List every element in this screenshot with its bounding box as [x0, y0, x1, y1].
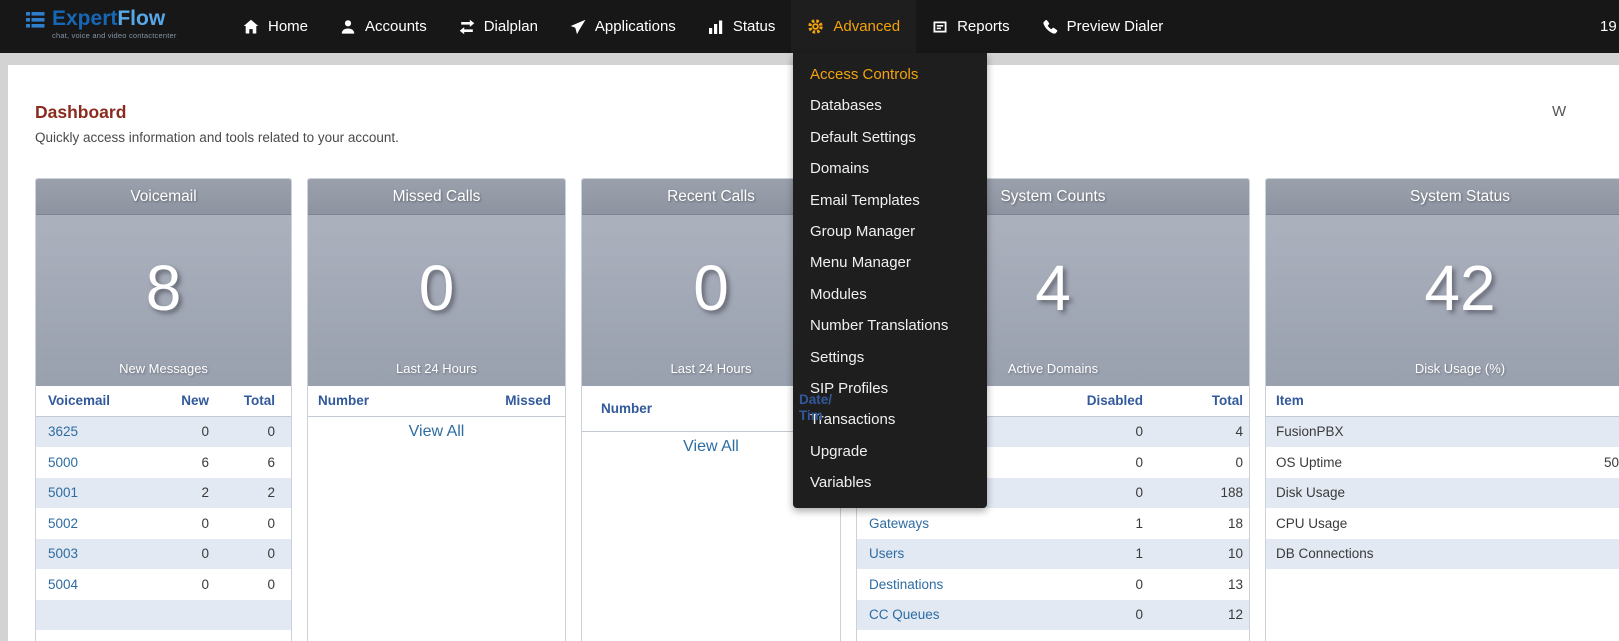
nav-item-reports[interactable]: Reports [916, 0, 1026, 53]
count-item-link[interactable]: CC Queues [869, 607, 940, 622]
status-item-label: FusionPBX [1276, 424, 1604, 439]
dropdown-item-databases[interactable]: Databases [793, 90, 987, 121]
status-item-label: DB Connections [1276, 546, 1604, 561]
table-row: CC Queues 0 12 [857, 600, 1249, 631]
view-all-link[interactable]: View All [683, 438, 739, 456]
bar-chart-icon [708, 19, 724, 35]
status-item-label: CPU Usage [1276, 516, 1604, 531]
table-row: Destinations 0 13 [857, 569, 1249, 600]
dropdown-item-number-translations[interactable]: Number Translations [793, 310, 987, 341]
table-row-empty [36, 600, 291, 631]
dropdown-item-settings[interactable]: Settings [793, 342, 987, 373]
table-row: 5000 6 6 [36, 447, 291, 478]
recent-calls-datetime-header: Date/ Tim [799, 392, 832, 424]
card-voicemail: Voicemail 8 New Messages Voicemail New T… [35, 178, 292, 641]
nav-item-dialplan[interactable]: Dialplan [443, 0, 554, 53]
dropdown-item-modules[interactable]: Modules [793, 279, 987, 310]
card-voicemail-summary: 8 New Messages [36, 215, 291, 386]
main-navigation: Home Accounts Dialplan Applications Stat… [227, 0, 1179, 53]
gear-icon [807, 18, 824, 35]
nav-item-applications[interactable]: Applications [554, 0, 692, 53]
nav-item-accounts[interactable]: Accounts [324, 0, 443, 53]
view-all-link[interactable]: View All [409, 423, 465, 441]
brand-logo[interactable]: ExpertFlow chat, voice and video contact… [26, 8, 177, 40]
nav-item-status[interactable]: Status [692, 0, 792, 53]
extension-link[interactable]: 5002 [48, 516, 78, 531]
system-status-table-header: Item [1266, 386, 1619, 417]
missed-calls-caption: Last 24 Hours [308, 361, 565, 386]
user-icon [340, 19, 356, 35]
status-item-label: OS Uptime [1276, 455, 1604, 470]
table-row: 5003 0 0 [36, 539, 291, 570]
nav-item-home[interactable]: Home [227, 0, 324, 53]
missed-calls-count: 0 [308, 215, 565, 361]
paper-plane-icon [570, 19, 586, 35]
card-missed-calls-title: Missed Calls [308, 179, 565, 215]
exchange-arrows-icon [459, 19, 475, 35]
home-icon [243, 19, 259, 35]
card-voicemail-title: Voicemail [36, 179, 291, 215]
dropdown-item-group-manager[interactable]: Group Manager [793, 216, 987, 247]
nav-item-preview-dialer[interactable]: Preview Dialer [1026, 0, 1180, 53]
card-system-status: System Status 42 Disk Usage (%) Item Fus… [1265, 178, 1619, 641]
table-row: DB Connections [1266, 539, 1619, 570]
table-row: 5001 2 2 [36, 478, 291, 509]
card-missed-calls-summary: 0 Last 24 Hours [308, 215, 565, 386]
top-navbar: ExpertFlow chat, voice and video contact… [0, 0, 1619, 53]
card-system-status-title: System Status [1266, 179, 1619, 215]
table-row: View All [308, 417, 565, 448]
system-status-count: 42 [1266, 215, 1619, 361]
brand-logo-icon [26, 11, 45, 34]
table-row: 5004 0 0 [36, 569, 291, 600]
count-item-link[interactable]: Users [869, 546, 904, 561]
table-row: FusionPBX [1266, 417, 1619, 448]
dropdown-item-default-settings[interactable]: Default Settings [793, 122, 987, 153]
table-row: Disk Usage [1266, 478, 1619, 509]
table-row: 5002 0 0 [36, 508, 291, 539]
extension-link[interactable]: 3625 [48, 424, 78, 439]
system-status-caption: Disk Usage (%) [1266, 361, 1619, 386]
extension-link[interactable]: 5003 [48, 546, 78, 561]
dropdown-item-access-controls[interactable]: Access Controls [793, 59, 987, 90]
extension-link[interactable]: 5001 [48, 485, 78, 500]
dropdown-item-variables[interactable]: Variables [793, 467, 987, 498]
card-system-status-summary: 42 Disk Usage (%) [1266, 215, 1619, 386]
dropdown-item-domains[interactable]: Domains [793, 153, 987, 184]
extension-link[interactable]: 5000 [48, 455, 78, 470]
dropdown-item-upgrade[interactable]: Upgrade [793, 436, 987, 467]
table-row: 3625 0 0 [36, 417, 291, 448]
table-row: CPU Usage [1266, 508, 1619, 539]
extension-link[interactable]: 5004 [48, 577, 78, 592]
voicemail-caption: New Messages [36, 361, 291, 386]
count-item-link[interactable]: Gateways [869, 516, 929, 531]
card-missed-calls: Missed Calls 0 Last 24 Hours Number Miss… [307, 178, 566, 641]
table-row: Users 1 10 [857, 539, 1249, 570]
dropdown-item-email-templates[interactable]: Email Templates [793, 185, 987, 216]
brand-name: ExpertFlow [52, 8, 177, 30]
brand-tagline: chat, voice and video contactcenter [52, 31, 177, 40]
missed-calls-table-header: Number Missed [308, 386, 565, 417]
status-item-label: Disk Usage [1276, 485, 1604, 500]
table-row: Gateways 1 18 [857, 508, 1249, 539]
navbar-clock: 19 [1600, 0, 1617, 53]
reports-icon [932, 19, 948, 35]
voicemail-table-header: Voicemail New Total [36, 386, 291, 417]
table-row: OS Uptime 50 [1266, 447, 1619, 478]
phone-icon [1042, 19, 1058, 35]
dropdown-item-menu-manager[interactable]: Menu Manager [793, 247, 987, 278]
welcome-text: W [1552, 103, 1566, 120]
count-item-link[interactable]: Destinations [869, 577, 943, 592]
nav-item-advanced[interactable]: Advanced [791, 0, 916, 53]
voicemail-count: 8 [36, 215, 291, 361]
advanced-dropdown-menu: Access Controls Databases Default Settin… [793, 53, 987, 508]
